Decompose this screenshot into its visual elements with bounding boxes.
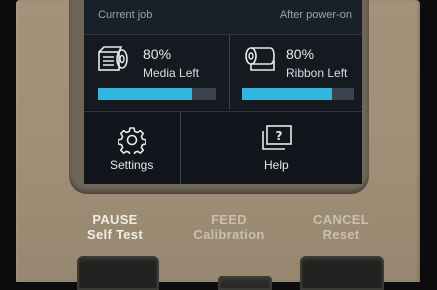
status-after-power-on: After power-on xyxy=(279,9,352,21)
feed-button[interactable] xyxy=(218,276,272,290)
media-panel: 80% Media Left xyxy=(84,35,229,110)
media-level-bar xyxy=(98,88,216,100)
feed-label: FEED xyxy=(211,212,247,227)
menu-row: Settings ? Help xyxy=(84,111,362,184)
pause-self-test-label: PAUSE Self Test xyxy=(79,212,151,242)
help-label: Help xyxy=(264,158,289,172)
cancel-reset-label: CANCEL Reset xyxy=(301,212,381,242)
feed-calibration-label: FEED Calibration xyxy=(184,212,274,242)
ribbon-panel: 80% Ribbon Left xyxy=(230,35,362,110)
ribbon-label: Ribbon Left xyxy=(286,66,348,80)
media-label: Media Left xyxy=(143,66,200,80)
pause-button[interactable] xyxy=(77,256,159,290)
consumables-row: 80% Media Left 80% Ribbon Left xyxy=(84,35,362,110)
media-percent: 80% xyxy=(143,46,172,62)
cancel-label: CANCEL xyxy=(313,212,369,227)
ribbon-percent: 80% xyxy=(286,46,315,62)
settings-button[interactable]: Settings xyxy=(84,112,180,184)
cancel-button[interactable] xyxy=(300,256,384,290)
ribbon-roll-icon xyxy=(244,46,276,77)
status-bar: Current job After power-on xyxy=(84,0,362,35)
help-button[interactable]: ? Help xyxy=(181,112,362,184)
help-icon: ? xyxy=(261,125,293,158)
settings-label: Settings xyxy=(110,158,154,172)
reset-label: Reset xyxy=(322,227,360,242)
lcd-screen: Current job After power-on 80% Media Lef… xyxy=(84,0,362,184)
gear-icon xyxy=(117,126,147,159)
ribbon-level-bar xyxy=(242,88,354,100)
media-level-fill xyxy=(98,88,193,100)
ribbon-level-fill xyxy=(242,88,332,100)
calibration-label: Calibration xyxy=(193,227,265,242)
self-test-label: Self Test xyxy=(87,227,143,242)
status-current-job: Current job xyxy=(98,9,153,21)
svg-text:?: ? xyxy=(276,129,283,143)
pause-label: PAUSE xyxy=(92,212,138,227)
media-roll-icon xyxy=(98,46,130,77)
